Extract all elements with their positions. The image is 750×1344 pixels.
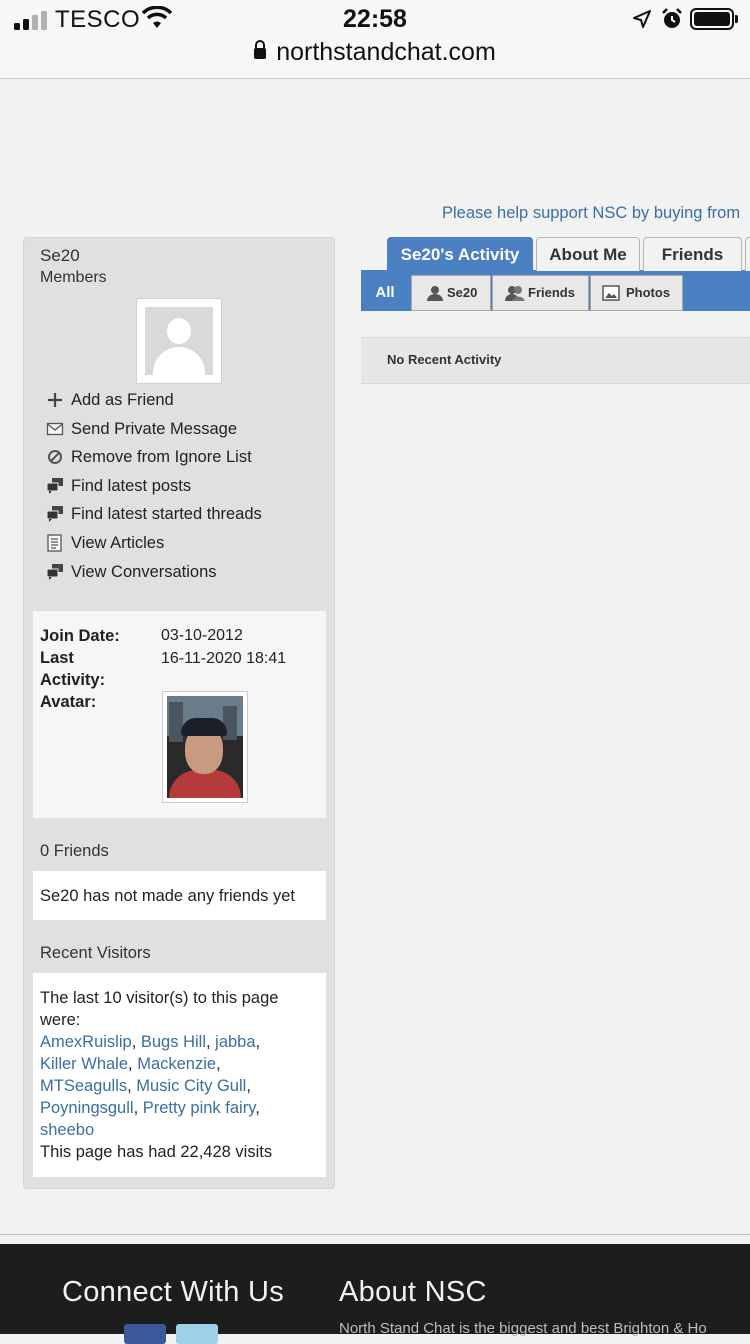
page-visits-text: This page has had 22,428 visits <box>40 1143 273 1161</box>
default-avatar <box>136 298 222 384</box>
view-articles-action[interactable]: View Articles <box>46 531 262 560</box>
profile-username: Se20 <box>40 246 80 265</box>
about-title: About NSC <box>339 1276 487 1308</box>
photo-icon <box>602 285 620 301</box>
plus-icon <box>48 393 62 407</box>
url-text: northstandchat.com <box>276 38 496 66</box>
facebook-icon[interactable] <box>124 1324 166 1344</box>
tab-about-me[interactable]: About Me <box>536 237 640 271</box>
visitor-link[interactable]: Pretty pink fairy <box>143 1099 255 1117</box>
tab-activity[interactable]: Se20's Activity <box>387 237 533 271</box>
tab-more[interactable] <box>745 237 750 271</box>
user-avatar-photo[interactable] <box>162 691 248 803</box>
no-friends-text: Se20 has not made any friends yet <box>40 887 295 905</box>
twitter-icon[interactable] <box>176 1324 218 1344</box>
send-private-message-action[interactable]: Send Private Message <box>46 417 262 446</box>
last-activity-label-2: Activity: <box>40 671 106 689</box>
filter-all[interactable]: All <box>361 275 409 311</box>
envelope-icon <box>46 422 64 435</box>
visitors-section-title: Recent Visitors <box>40 944 151 962</box>
last-activity-label: Last <box>40 649 74 667</box>
friends-panel: Se20 has not made any friends yet <box>33 871 326 920</box>
find-latest-posts-action[interactable]: Find latest posts <box>46 474 262 503</box>
profile-sidebar: Se20 Members Add as Friend Send Private … <box>23 237 335 1189</box>
filter-friends[interactable]: Friends <box>492 275 589 311</box>
add-friend-action[interactable]: Add as Friend <box>46 388 262 417</box>
friends-section-title: 0 Friends <box>40 842 109 860</box>
join-date-value: 03-10-2012 <box>161 627 243 644</box>
visitor-link[interactable]: Poyningsgull <box>40 1099 134 1117</box>
profile-usergroup: Members <box>40 269 107 286</box>
filter-user[interactable]: Se20 <box>411 275 491 311</box>
forum-threads-icon <box>46 506 63 523</box>
visitor-link[interactable]: AmexRuislip <box>40 1033 132 1051</box>
tab-friends[interactable]: Friends <box>643 237 742 271</box>
visitor-link[interactable]: sheebo <box>40 1121 94 1139</box>
ban-icon <box>48 450 62 465</box>
filter-photos[interactable]: Photos <box>590 275 683 311</box>
alarm-clock-icon <box>662 8 682 28</box>
user-icon <box>427 286 443 301</box>
visitor-link[interactable]: Killer Whale <box>40 1055 128 1073</box>
conversations-icon <box>46 563 63 580</box>
no-activity-text: No Recent Activity <box>387 352 502 367</box>
article-icon <box>47 534 62 552</box>
battery-icon <box>690 8 738 30</box>
visitor-link[interactable]: jabba <box>215 1033 255 1051</box>
avatar-label: Avatar: <box>40 693 97 711</box>
visitors-intro: The last 10 visitor(s) to this page were… <box>40 989 279 1029</box>
remove-ignore-action[interactable]: Remove from Ignore List <box>46 445 262 474</box>
join-date-label: Join Date: <box>40 627 120 645</box>
activity-feed: No Recent Activity <box>361 337 750 384</box>
lock-icon <box>254 40 267 59</box>
forum-posts-icon <box>46 477 63 494</box>
visitors-list: The last 10 visitor(s) to this page were… <box>40 989 279 1161</box>
visitor-link[interactable]: Mackenzie <box>137 1055 216 1073</box>
view-conversations-action[interactable]: View Conversations <box>46 560 262 589</box>
ios-status-bar: TESCO 22:58 northstandchat.com <box>0 0 750 79</box>
url-bar[interactable]: northstandchat.com <box>0 38 750 67</box>
visitor-link[interactable]: MTSeagulls <box>40 1077 127 1095</box>
profile-actions: Add as Friend Send Private Message Remov… <box>46 388 262 588</box>
about-text: North Stand Chat is the biggest and best… <box>339 1320 707 1337</box>
users-icon <box>505 286 525 301</box>
profile-info-panel: Join Date: 03-10-2012 Last Activity: 16-… <box>33 611 326 818</box>
visitor-link[interactable]: Bugs Hill <box>141 1033 206 1051</box>
visitors-panel: The last 10 visitor(s) to this page were… <box>33 973 326 1177</box>
support-nsc-link[interactable]: Please help support NSC by buying from <box>442 204 740 223</box>
find-latest-threads-action[interactable]: Find latest started threads <box>46 502 262 531</box>
visitor-link[interactable]: Music City Gull <box>136 1077 246 1095</box>
site-footer: Connect With Us About NSC North Stand Ch… <box>0 1244 750 1344</box>
connect-title: Connect With Us <box>62 1276 285 1308</box>
location-arrow-icon <box>633 10 651 28</box>
last-activity-value: 16-11-2020 18:41 <box>161 650 287 667</box>
footer-divider <box>0 1234 750 1235</box>
